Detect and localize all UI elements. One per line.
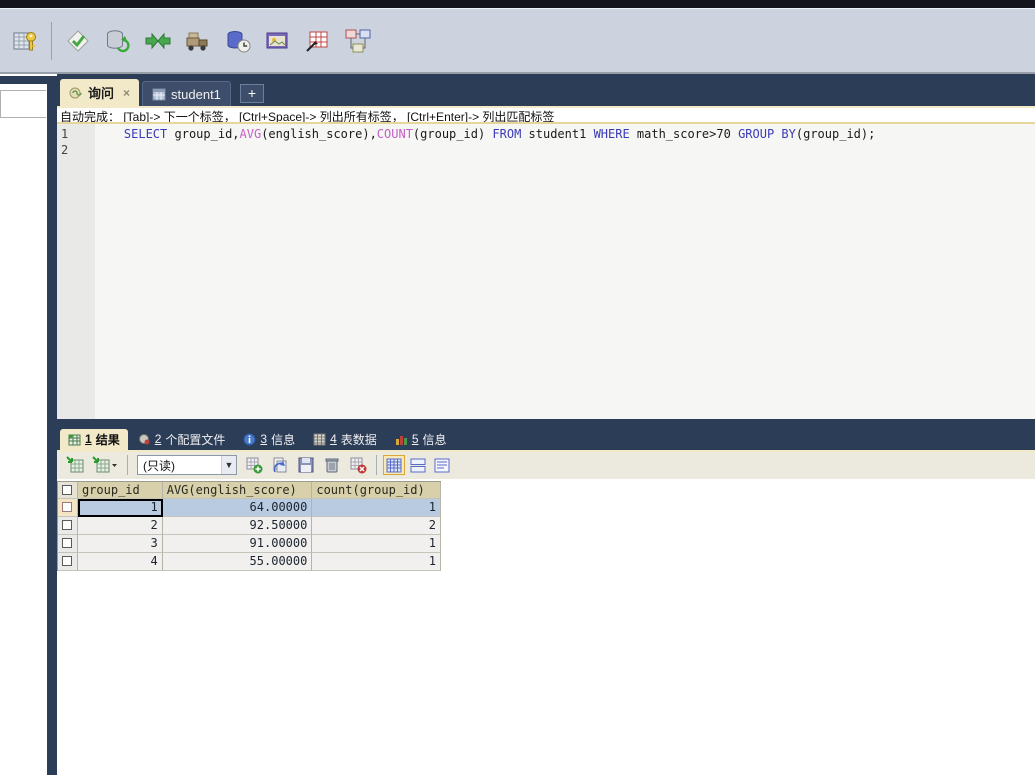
- table-row[interactable]: 2 92.50000 2: [58, 516, 441, 535]
- line-number-gutter: 12: [57, 124, 95, 419]
- profiler-icon: [138, 433, 150, 444]
- column-header-count-group-id[interactable]: count(group_id): [312, 481, 441, 499]
- table-cell[interactable]: 1: [312, 552, 441, 571]
- window-top-band: [0, 0, 1035, 8]
- results-table-body: 1 64.00000 1 2 92.50000 2 3 91.00000 1 4 55.00000 1: [58, 498, 441, 571]
- query-workspace: 询问 × student1 + 自动完成： [Tab]-> 下一个标签， [Ct…: [57, 74, 1035, 775]
- table-cell[interactable]: 3: [77, 534, 163, 553]
- text-view-button[interactable]: [431, 455, 453, 475]
- table-cell[interactable]: 1: [77, 498, 163, 517]
- column-header-avg-english-score[interactable]: AVG(english_score): [162, 481, 313, 499]
- results-area: group_id AVG(english_score) count(group_…: [57, 478, 1035, 775]
- info-icon: [243, 433, 256, 445]
- results-toolbar: (只读) ▼: [57, 451, 1035, 479]
- new-tab-button[interactable]: +: [239, 84, 264, 103]
- result-mode-value: (只读): [143, 458, 175, 473]
- row-checkbox[interactable]: [62, 556, 73, 566]
- export-result-icon[interactable]: [64, 455, 86, 475]
- query-builder-icon[interactable]: [301, 24, 335, 58]
- result-tab-history[interactable]: 5 信息: [387, 429, 455, 450]
- results-table-header: group_id AVG(english_score) count(group_…: [58, 481, 441, 499]
- result-tab-table-data[interactable]: 4 表数据: [305, 429, 385, 450]
- application-window: 询问 × student1 + 自动完成： [Tab]-> 下一个标签， [Ct…: [0, 0, 1035, 775]
- grid-view-button[interactable]: [383, 455, 405, 475]
- query-tab-icon: [69, 87, 82, 98]
- schema-sync-icon[interactable]: [221, 24, 255, 58]
- query-validate-icon[interactable]: [61, 24, 95, 58]
- table-cell[interactable]: 92.50000: [162, 516, 313, 535]
- schema-designer-icon[interactable]: [341, 24, 375, 58]
- table-cell[interactable]: 2: [312, 516, 441, 535]
- table-cell[interactable]: 64.00000: [162, 498, 313, 517]
- toolbar-separator: [51, 21, 52, 60]
- pane-splitter[interactable]: [57, 418, 1035, 427]
- editor-tab-bar: 询问 × student1 +: [57, 74, 1035, 106]
- table-cell[interactable]: 1: [312, 498, 441, 517]
- result-tab-messages[interactable]: 3 信息: [235, 429, 303, 450]
- sql-editor: 12 SELECT group_id,AVG(english_score),CO…: [57, 124, 1035, 419]
- refresh-rows-icon[interactable]: [269, 455, 291, 475]
- object-browser-panel: [0, 84, 47, 775]
- row-checkbox-cell[interactable]: [58, 516, 78, 535]
- result-tab-results[interactable]: 1 结果: [60, 428, 128, 450]
- autocomplete-hint-bar: 自动完成： [Tab]-> 下一个标签， [Ctrl+Space]-> 列出所有…: [57, 108, 1035, 124]
- results-grid-icon: [68, 434, 81, 445]
- table-tab-label: student1: [171, 86, 221, 102]
- tab-query[interactable]: 询问 ×: [60, 79, 140, 106]
- row-checkbox[interactable]: [62, 520, 73, 530]
- results-table: group_id AVG(english_score) count(group_…: [57, 480, 441, 571]
- table-tab-icon: [152, 88, 166, 100]
- row-checkbox[interactable]: [62, 502, 73, 512]
- database-refresh-icon[interactable]: [101, 24, 135, 58]
- close-tab-icon[interactable]: ×: [123, 86, 130, 100]
- query-tab-label: 询问: [88, 86, 115, 101]
- table-cell[interactable]: 4: [77, 552, 163, 571]
- row-checkbox-cell[interactable]: [58, 498, 78, 517]
- connection-manager-icon[interactable]: [8, 24, 42, 58]
- result-tab-bar: 1 结果 2 个配置文件 3 信息 4 表数据 5 信息: [57, 426, 1035, 450]
- main-toolbar: [0, 8, 1035, 74]
- column-header-group-id[interactable]: group_id: [77, 481, 163, 499]
- table-data-icon: [313, 433, 326, 445]
- save-changes-icon[interactable]: [295, 455, 317, 475]
- results-toolbar-separator-2: [376, 455, 377, 475]
- import-external-data-icon[interactable]: [181, 24, 215, 58]
- table-row[interactable]: 3 91.00000 1: [58, 534, 441, 553]
- sql-code-line[interactable]: SELECT group_id,AVG(english_score),COUNT…: [95, 124, 875, 419]
- row-checkbox[interactable]: [62, 538, 73, 548]
- form-view-button[interactable]: [407, 455, 429, 475]
- select-all-cell[interactable]: [58, 481, 78, 499]
- table-cell[interactable]: 2: [77, 516, 163, 535]
- result-mode-dropdown[interactable]: (只读) ▼: [137, 455, 237, 475]
- select-all-checkbox[interactable]: [62, 484, 73, 495]
- tab-student1[interactable]: student1: [142, 81, 231, 106]
- table-cell[interactable]: 55.00000: [162, 552, 313, 571]
- insert-row-icon[interactable]: [243, 455, 265, 475]
- table-row[interactable]: 4 55.00000 1: [58, 552, 441, 571]
- table-cell[interactable]: 91.00000: [162, 534, 313, 553]
- object-browser-filter-input[interactable]: [0, 90, 46, 118]
- table-row[interactable]: 1 64.00000 1: [58, 498, 441, 517]
- row-checkbox-cell[interactable]: [58, 552, 78, 571]
- dropdown-arrow-icon[interactable]: ▼: [221, 456, 236, 474]
- visual-data-compare-icon[interactable]: [261, 24, 295, 58]
- history-info-icon: [395, 435, 407, 445]
- clear-result-icon[interactable]: [347, 455, 369, 475]
- data-compare-icon[interactable]: [141, 24, 175, 58]
- row-checkbox-cell[interactable]: [58, 534, 78, 553]
- table-cell[interactable]: 1: [312, 534, 441, 553]
- results-toolbar-separator: [127, 455, 128, 475]
- delete-row-icon[interactable]: [321, 455, 343, 475]
- result-tab-profiler[interactable]: 2 个配置文件: [130, 429, 234, 450]
- export-options-icon[interactable]: [90, 455, 120, 475]
